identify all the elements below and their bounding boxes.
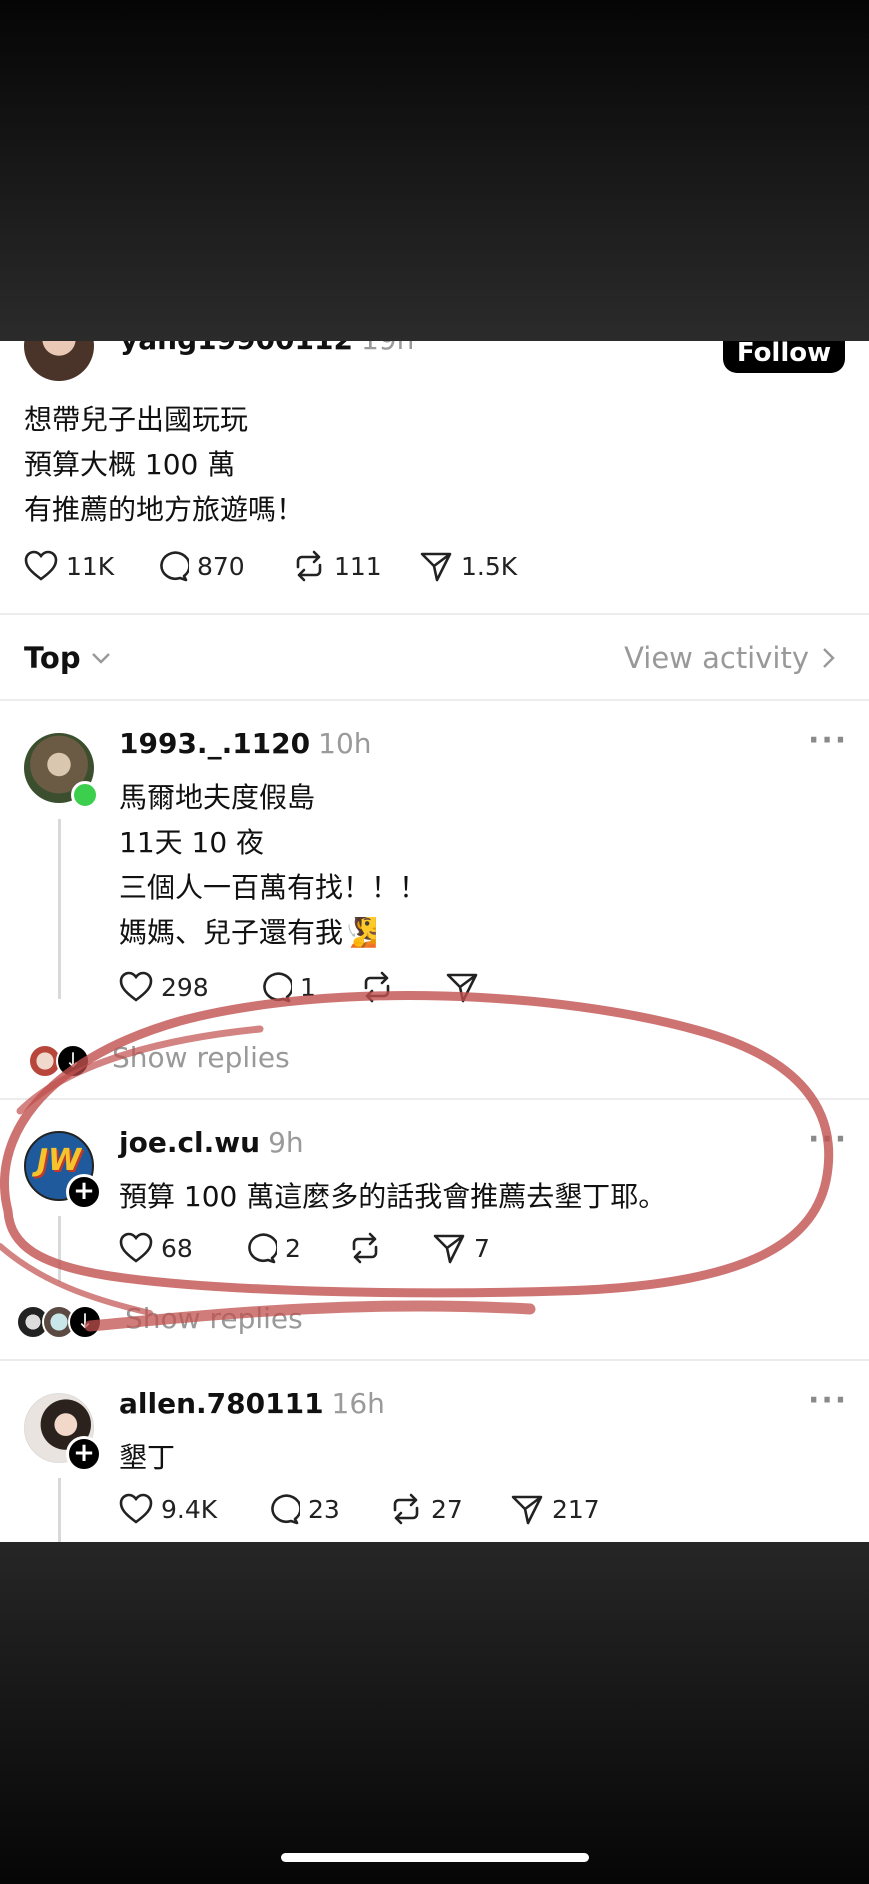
repost-icon — [352, 1232, 378, 1264]
share-icon — [511, 1495, 543, 1525]
reply-text-line: 預算 100 萬這麼多的話我會推薦去墾丁耶。 — [119, 1180, 667, 1213]
view-activity-link[interactable]: View activity — [624, 641, 839, 675]
more-icon[interactable]: ··· — [808, 723, 848, 758]
reply-text-line: 媽媽、兒子還有我🧏 — [119, 916, 378, 949]
comment-button[interactable]: 2 — [243, 1232, 301, 1264]
repost-icon — [296, 550, 322, 582]
post-text-line: 有推薦的地方旅遊嗎！ — [24, 493, 305, 526]
avatar-logo-text: JW — [36, 1143, 82, 1178]
reply-time: 16h — [331, 1387, 385, 1420]
comment-count: 1 — [300, 972, 316, 1002]
comment-icon — [271, 1494, 300, 1525]
reply-text-line: 11天 10 夜 — [119, 826, 265, 859]
thread-line — [58, 819, 61, 999]
repost-icon — [364, 971, 390, 1003]
comment-icon — [263, 972, 292, 1003]
comment-button[interactable]: 23 — [266, 1493, 340, 1525]
reply-username[interactable]: joe.cl.wu 9h — [119, 1126, 304, 1159]
follow-button[interactable]: Follow — [723, 341, 845, 373]
reply-time: 9h — [268, 1126, 304, 1159]
like-count: 9.4K — [161, 1494, 218, 1524]
repost-count: 111 — [334, 551, 382, 581]
view-activity-label: View activity — [624, 641, 809, 675]
repost-button[interactable] — [348, 1232, 390, 1264]
comment-count: 2 — [285, 1233, 301, 1263]
comment-count: 23 — [308, 1494, 340, 1524]
dimmed-top-area — [0, 0, 869, 341]
more-icon[interactable]: ··· — [808, 1383, 848, 1418]
author-username[interactable]: yang1990011219h — [120, 341, 414, 356]
chevron-down-icon — [91, 653, 110, 664]
like-button[interactable]: 298 — [119, 971, 209, 1003]
down-arrow-icon: ↓ — [56, 1044, 90, 1078]
repost-button[interactable] — [360, 971, 402, 1003]
divider — [0, 1098, 869, 1100]
like-button[interactable]: 11K — [24, 550, 114, 582]
heart-icon — [119, 971, 153, 1002]
share-count: 217 — [552, 1494, 600, 1524]
comment-button[interactable]: 870 — [155, 550, 245, 582]
reply-username[interactable]: allen.780111 16h — [119, 1387, 385, 1420]
repost-icon — [393, 1493, 419, 1525]
like-button[interactable]: 68 — [119, 1232, 193, 1264]
more-icon[interactable]: ··· — [808, 1122, 848, 1157]
heart-icon — [24, 550, 58, 581]
sort-selector[interactable]: Top — [24, 641, 113, 675]
reply-username[interactable]: 1993._.1120 10h — [119, 727, 372, 760]
like-count: 298 — [161, 972, 209, 1002]
like-count: 11K — [66, 551, 115, 581]
divider — [0, 699, 869, 701]
post-time: 19h — [361, 341, 414, 356]
sort-label: Top — [24, 641, 81, 675]
comment-icon — [160, 551, 189, 582]
post-text-line: 預算大概 100 萬 — [24, 448, 236, 481]
plus-icon[interactable]: + — [66, 1174, 102, 1210]
dimmed-bottom-area — [0, 1542, 869, 1884]
share-icon — [446, 973, 478, 1003]
share-count: 7 — [474, 1233, 490, 1263]
heart-icon — [119, 1232, 153, 1263]
thread-screen: yang1990011219h Follow 想帶兒子出國玩玩 預算大概 100… — [0, 341, 869, 1542]
divider — [0, 1359, 869, 1361]
reply-text-line: 馬爾地夫度假島 — [119, 781, 316, 814]
like-count: 68 — [161, 1233, 193, 1263]
share-button[interactable]: 1.5K — [419, 550, 517, 582]
repost-count: 27 — [431, 1494, 463, 1524]
share-icon — [433, 1234, 465, 1264]
thread-line — [58, 1216, 61, 1282]
repost-button[interactable]: 111 — [292, 550, 382, 582]
repost-button[interactable]: 27 — [389, 1493, 463, 1525]
author-avatar[interactable] — [24, 341, 94, 381]
share-count: 1.5K — [461, 551, 518, 581]
down-arrow-icon: ↓ — [68, 1305, 102, 1339]
comment-button[interactable]: 1 — [258, 971, 316, 1003]
share-icon — [420, 552, 452, 582]
divider — [0, 613, 869, 615]
show-replies-link[interactable]: Show replies — [112, 1041, 290, 1074]
home-indicator[interactable] — [281, 1853, 589, 1862]
post-text-line: 想帶兒子出國玩玩 — [24, 403, 249, 436]
comment-icon — [248, 1233, 277, 1264]
reply-text-line: 三個人一百萬有找！！！ — [119, 871, 428, 904]
online-dot — [71, 781, 99, 809]
share-button[interactable] — [445, 971, 487, 1003]
comment-count: 870 — [197, 551, 245, 581]
like-button[interactable]: 9.4K — [119, 1493, 217, 1525]
reply-time: 10h — [318, 727, 372, 760]
plus-icon[interactable]: + — [66, 1436, 102, 1472]
share-button[interactable]: 7 — [432, 1232, 490, 1264]
thread-line — [58, 1478, 61, 1542]
heart-icon — [119, 1493, 153, 1524]
share-button[interactable]: 217 — [510, 1493, 600, 1525]
reply-text-line: 墾丁 — [119, 1441, 176, 1474]
chevron-right-icon — [823, 648, 835, 668]
show-replies-link[interactable]: Show replies — [125, 1302, 303, 1335]
